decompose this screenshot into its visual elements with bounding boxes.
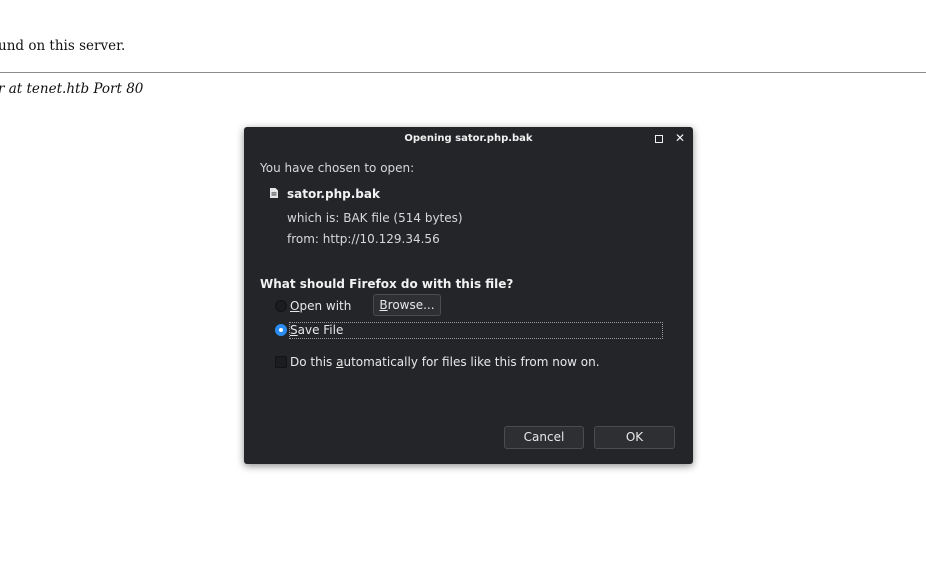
open-with-text: pen with xyxy=(299,299,352,313)
auto-text-before: Do this xyxy=(290,355,337,369)
not-found-message: und on this server. xyxy=(0,38,126,54)
file-type: which is: BAK file (514 bytes) xyxy=(287,211,463,225)
dialog-titlebar[interactable]: Opening sator.php.bak ✕ xyxy=(244,127,693,151)
save-file-mnemonic: S xyxy=(290,323,298,337)
file-icon xyxy=(270,188,278,198)
intro-text: You have chosen to open: xyxy=(260,161,415,175)
file-source: from: http://10.129.34.56 xyxy=(287,232,440,246)
browse-button[interactable]: Browse... xyxy=(373,294,441,316)
auto-label[interactable]: Do this automatically for files like thi… xyxy=(290,355,600,369)
open-with-label[interactable]: Open with xyxy=(290,299,351,313)
close-icon[interactable]: ✕ xyxy=(674,131,686,145)
server-signature: r at tenet.htb Port 80 xyxy=(0,81,144,97)
save-file-text: ave File xyxy=(297,323,344,337)
download-dialog: Opening sator.php.bak ✕ You have chosen … xyxy=(244,127,693,464)
browse-text: rowse... xyxy=(387,298,435,312)
save-file-label[interactable]: Save File xyxy=(290,323,343,337)
file-name: sator.php.bak xyxy=(287,187,380,201)
dialog-title: Opening sator.php.bak xyxy=(404,133,533,144)
auto-text-after: utomatically for files like this from no… xyxy=(343,355,600,369)
cancel-button[interactable]: Cancel xyxy=(504,426,584,449)
ok-button[interactable]: OK xyxy=(594,426,675,449)
maximize-icon[interactable] xyxy=(655,135,663,143)
browse-mnemonic: B xyxy=(379,298,388,312)
auto-checkbox[interactable] xyxy=(275,356,287,368)
open-with-radio[interactable] xyxy=(275,300,287,312)
action-question: What should Firefox do with this file? xyxy=(260,277,514,291)
save-file-radio[interactable] xyxy=(275,324,287,336)
save-file-focus-ring xyxy=(289,322,663,339)
page-divider xyxy=(0,72,926,73)
